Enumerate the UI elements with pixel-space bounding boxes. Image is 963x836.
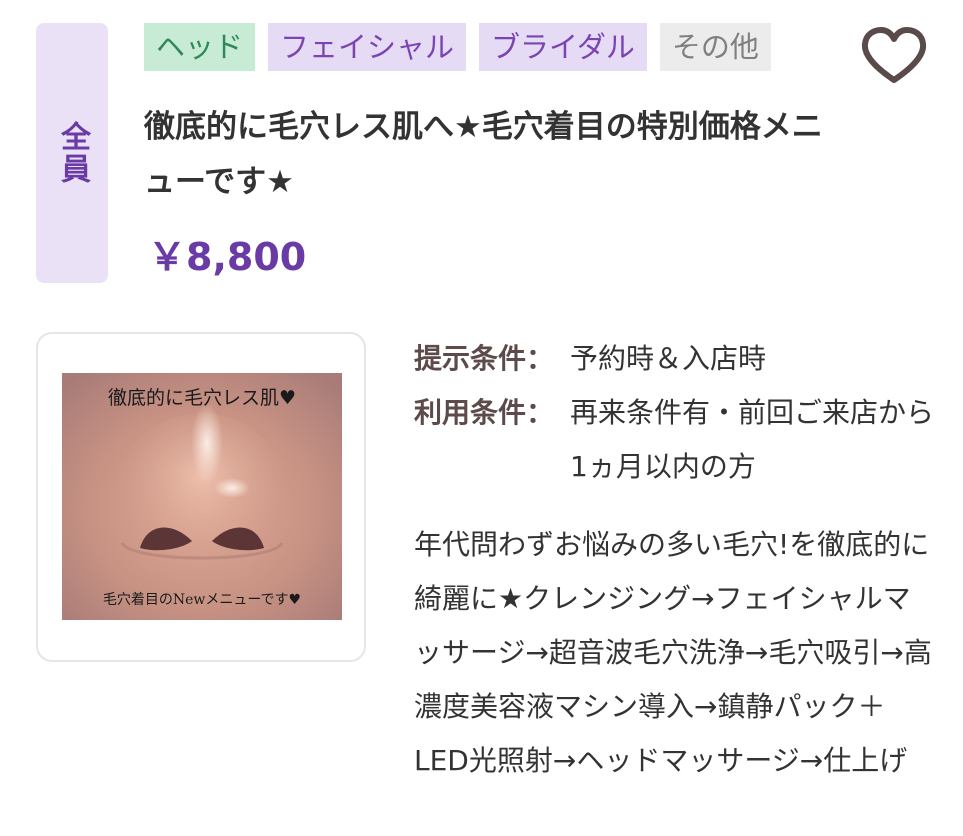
tag-other: その他	[659, 23, 771, 71]
photo-caption-top: 徹底的に毛穴レス肌♥	[107, 387, 297, 409]
presentation-condition-label: 提示条件：	[414, 342, 555, 375]
heart-outline-icon	[861, 27, 927, 83]
presentation-condition-value: 予約時＆入店時	[570, 342, 767, 375]
usage-condition-label: 利用条件：	[414, 396, 555, 429]
audience-label: 全員	[55, 121, 90, 185]
usage-condition-value: 再来条件有・前回ご来店から1ヵ月以内の方	[570, 396, 935, 483]
coupon-description: 年代問わずお悩みの多い毛穴!を徹底的に綺麗に★クレンジング→フェイシャルマッサー…	[414, 528, 932, 777]
coupon-photo: 徹底的に毛穴レス肌♥ 毛穴着目のNewメニューです♥	[62, 373, 342, 620]
photo-caption-bottom: 毛穴着目のNewメニューです♥	[102, 592, 302, 608]
audience-badge: 全員	[36, 23, 108, 283]
favorite-button[interactable]	[860, 26, 928, 86]
usage-condition-row: 利用条件： 再来条件有・前回ご来店から1ヵ月以内の方	[414, 386, 944, 494]
coupon-conditions: 提示条件： 予約時＆入店時 利用条件： 再来条件有・前回ご来店から1ヵ月以内の方	[414, 332, 944, 494]
category-tags: ヘッド フェイシャル ブライダル その他	[144, 23, 771, 71]
presentation-condition-row: 提示条件： 予約時＆入店時	[414, 332, 944, 386]
coupon-image-card[interactable]: 徹底的に毛穴レス肌♥ 毛穴着目のNewメニューです♥	[36, 332, 366, 662]
tag-bridal: ブライダル	[479, 23, 647, 71]
tag-facial: フェイシャル	[268, 23, 467, 71]
coupon-title: 徹底的に毛穴レス肌へ★毛穴着目の特別価格メニューです★	[144, 109, 823, 200]
tag-head: ヘッド	[144, 23, 256, 71]
nose-photo	[62, 373, 342, 620]
coupon-price: ￥8,800	[148, 235, 307, 279]
